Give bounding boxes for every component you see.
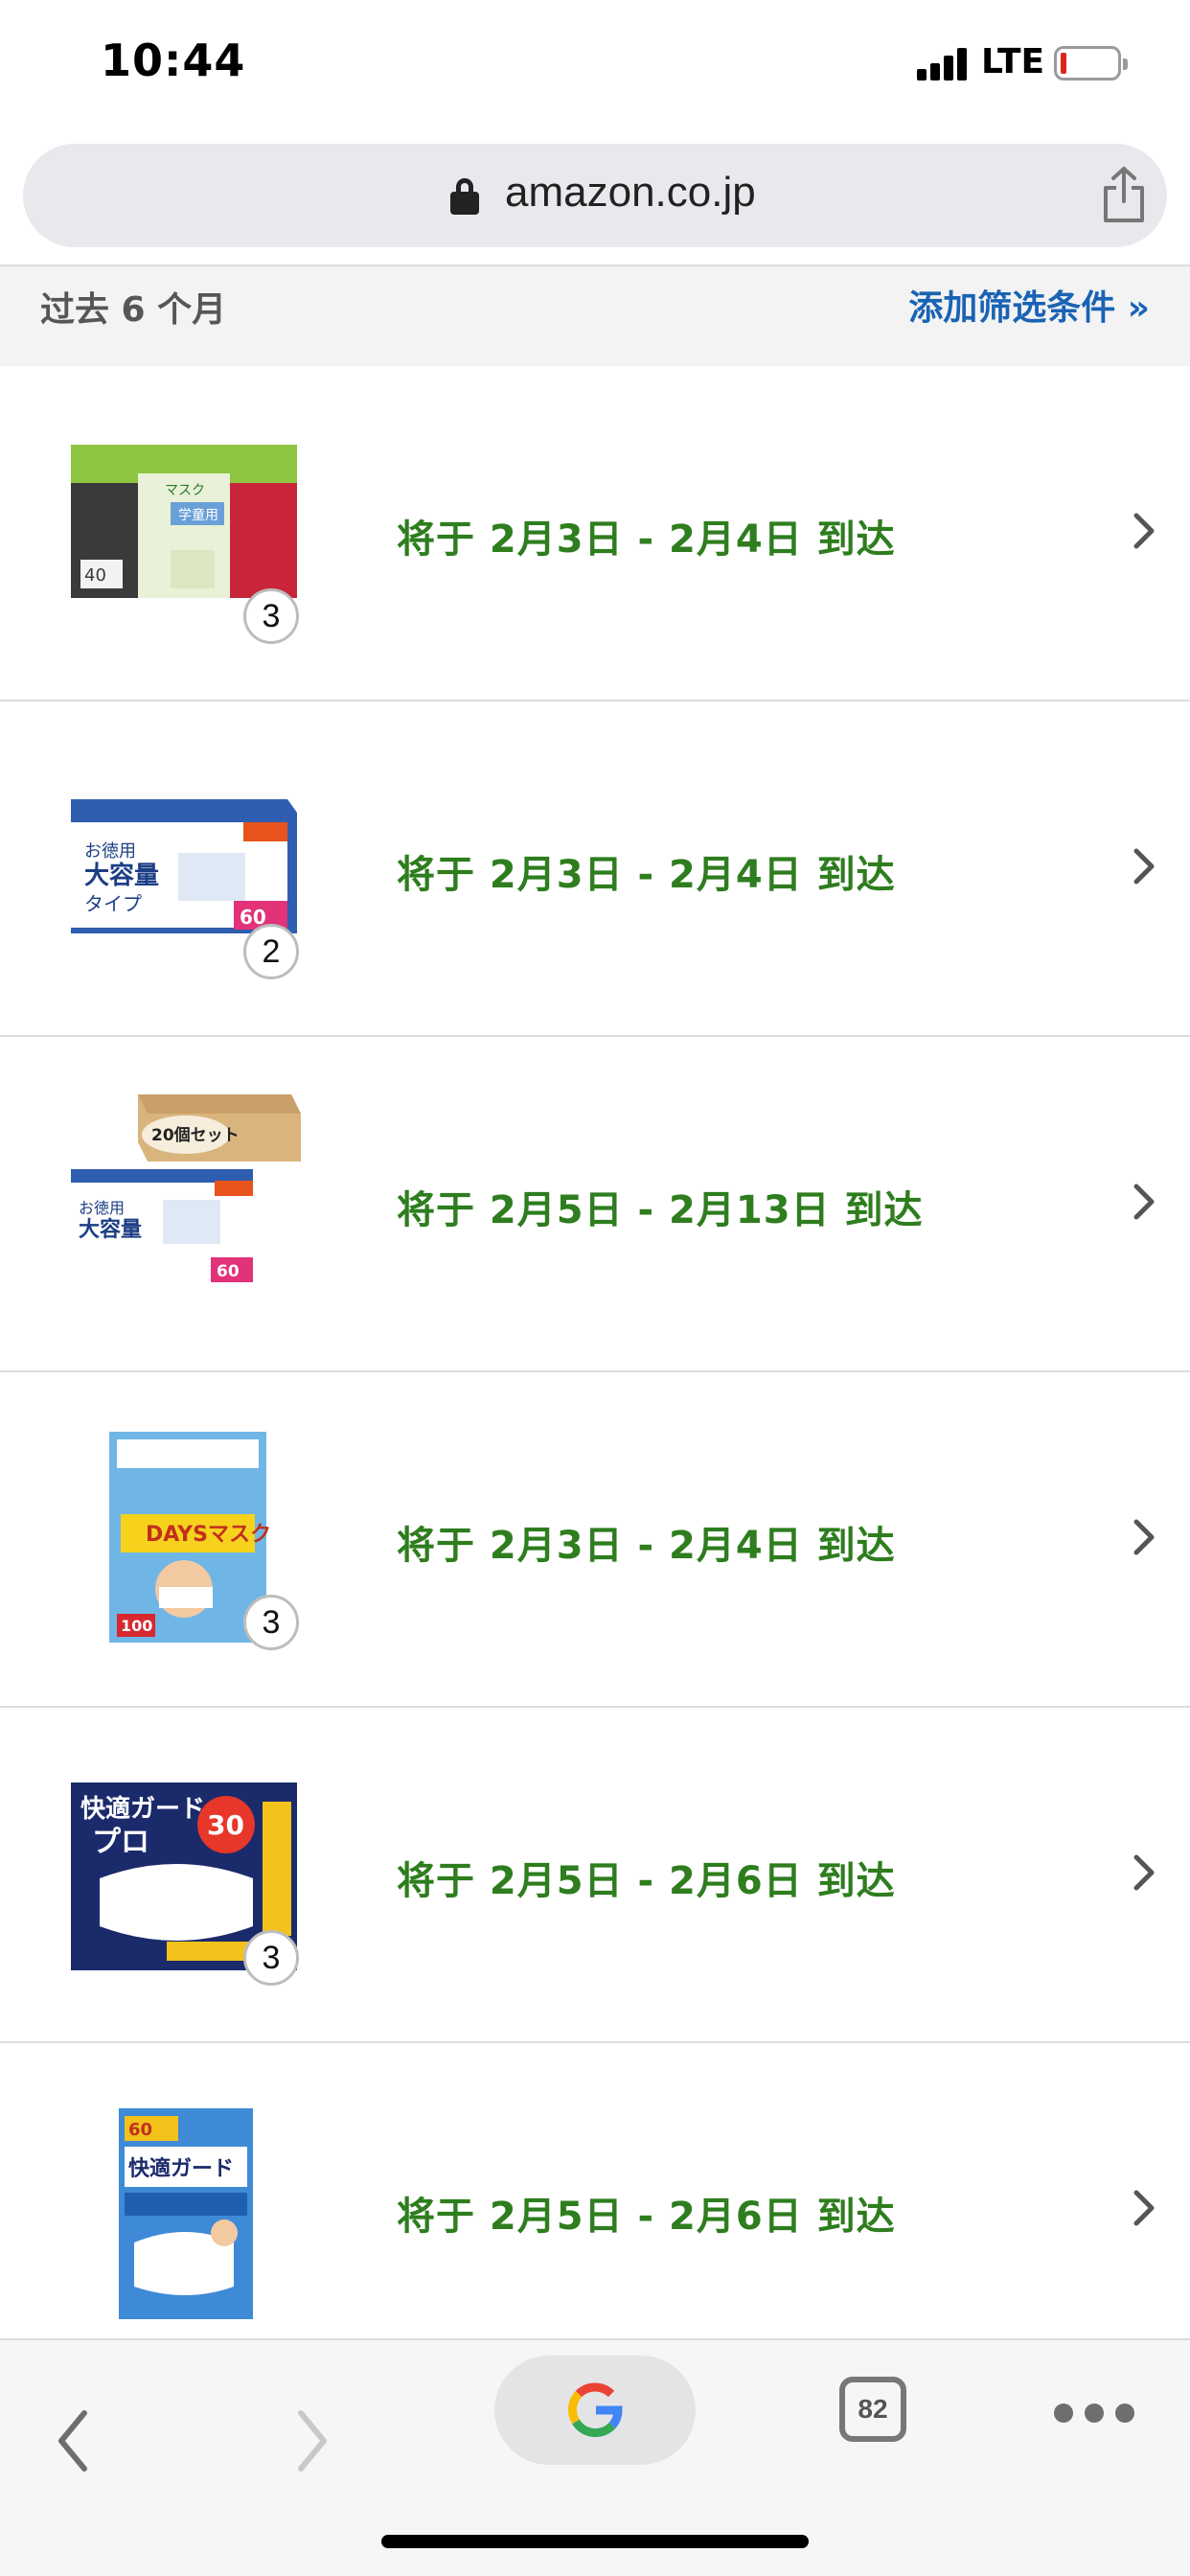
- order-row[interactable]: 20個セット お徳用 大容量 60 将于 2月5日 - 2月13日 到达: [0, 1037, 1190, 1372]
- more-options-icon[interactable]: [1054, 2404, 1134, 2423]
- time-period-filter[interactable]: 过去 6 个月: [40, 282, 226, 332]
- order-row[interactable]: DAYSマスク 100 3 将于 2月3日 - 2月4日 到达: [0, 1372, 1190, 1708]
- svg-text:DAYSマスク: DAYSマスク: [146, 1523, 271, 1547]
- svg-text:プロ: プロ: [92, 1826, 149, 1859]
- svg-text:大容量: 大容量: [79, 1217, 142, 1242]
- svg-text:学童用: 学童用: [178, 507, 218, 523]
- delivery-status: 将于 2月5日 - 2月13日 到达: [397, 1188, 924, 1232]
- chevron-right-icon: [1131, 510, 1157, 552]
- delivery-status: 将于 2月5日 - 2月6日 到达: [397, 1859, 896, 1903]
- url-text: amazon.co.jp: [505, 169, 756, 216]
- chevron-right-icon: [1131, 1516, 1157, 1558]
- product-thumbnail: 20個セット お徳用 大容量 60: [71, 1094, 301, 1298]
- svg-text:20個セット: 20個セット: [151, 1125, 240, 1145]
- chevron-right-icon: [1131, 1852, 1157, 1894]
- svg-text:60: 60: [217, 1262, 240, 1281]
- svg-text:マスク: マスク: [165, 483, 205, 498]
- chevron-right-icon: [1131, 2187, 1157, 2229]
- status-bar: 10:44 LTE: [0, 0, 1190, 129]
- network-type: LTE: [981, 42, 1045, 81]
- filter-bar: 过去 6 个月 添加筛选条件 »: [0, 264, 1190, 366]
- order-row[interactable]: 快適ガード プロ 30 3 将于 2月5日 - 2月6日 到达: [0, 1708, 1190, 2043]
- google-icon: [568, 2382, 623, 2438]
- order-list: 学童用 マスク 40 3 将于 2月3日 - 2月4日 到达 お徳用 大容量 タ…: [0, 366, 1190, 2379]
- home-indicator: [381, 2535, 809, 2548]
- share-icon[interactable]: [1100, 165, 1148, 224]
- order-row[interactable]: 60 快適ガード 将于 2月5日 - 2月6日 到达: [0, 2043, 1190, 2379]
- chevron-right-icon: [1131, 1181, 1157, 1223]
- svg-text:100: 100: [121, 1617, 152, 1635]
- lock-icon: [450, 178, 479, 215]
- delivery-status: 将于 2月5日 - 2月6日 到达: [397, 2195, 896, 2239]
- google-search-button[interactable]: [494, 2356, 696, 2465]
- product-thumbnail: 60 快適ガード: [71, 2108, 301, 2319]
- svg-text:快適ガード: 快適ガード: [80, 1794, 205, 1824]
- delivery-status: 将于 2月3日 - 2月4日 到达: [397, 853, 896, 897]
- signal-strength-icon: [917, 48, 971, 80]
- order-row[interactable]: お徳用 大容量 タイプ 60 2 将于 2月3日 - 2月4日 到达: [0, 702, 1190, 1037]
- quantity-badge: 3: [243, 1595, 299, 1650]
- quantity-badge: 3: [243, 588, 299, 644]
- tabs-counter-button[interactable]: 82: [839, 2377, 906, 2442]
- battery-icon: [1054, 46, 1128, 80]
- svg-text:大容量: 大容量: [84, 861, 159, 890]
- svg-text:お徳用: お徳用: [79, 1199, 125, 1217]
- quantity-badge: 3: [243, 1930, 299, 1986]
- svg-text:40: 40: [84, 565, 106, 586]
- quantity-badge: 2: [243, 924, 299, 979]
- delivery-status: 将于 2月3日 - 2月4日 到达: [397, 1524, 896, 1568]
- status-time: 10:44: [101, 34, 246, 86]
- svg-text:タイプ: タイプ: [84, 892, 142, 915]
- address-bar[interactable]: amazon.co.jp: [23, 144, 1167, 247]
- add-filter-link[interactable]: 添加筛选条件 »: [908, 280, 1150, 330]
- back-arrow-icon[interactable]: [54, 2407, 92, 2474]
- order-row[interactable]: 学童用 マスク 40 3 将于 2月3日 - 2月4日 到达: [0, 366, 1190, 702]
- svg-text:60: 60: [128, 2120, 152, 2140]
- forward-arrow-icon[interactable]: [293, 2407, 332, 2474]
- delivery-status: 将于 2月3日 - 2月4日 到达: [397, 518, 896, 562]
- svg-text:お徳用: お徳用: [84, 841, 136, 862]
- svg-text:快適ガード: 快適ガード: [128, 2156, 234, 2181]
- svg-text:30: 30: [207, 1809, 244, 1841]
- chevron-right-icon: [1131, 845, 1157, 887]
